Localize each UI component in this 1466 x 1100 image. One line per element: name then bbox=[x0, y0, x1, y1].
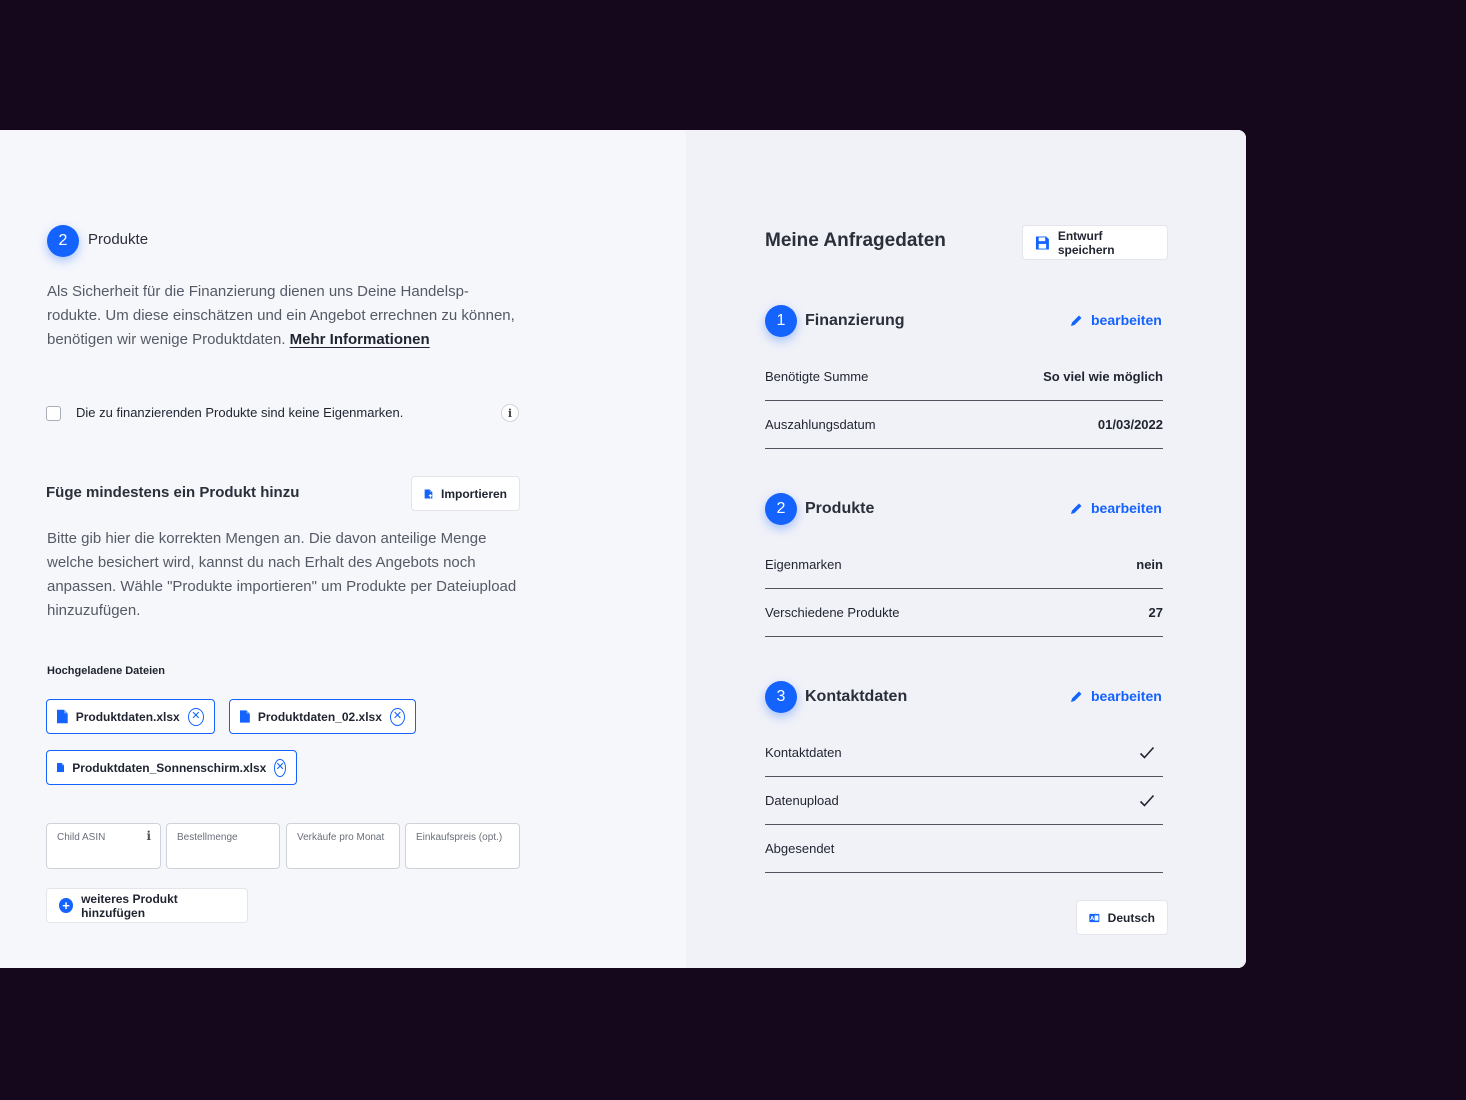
section-title-contact: Kontaktdaten bbox=[805, 688, 908, 705]
summary-row: Kontaktdaten bbox=[765, 729, 1163, 777]
translate-icon: A bbox=[1089, 913, 1100, 922]
section-number-badge: 2 bbox=[765, 493, 797, 525]
info-icon[interactable]: i bbox=[146, 829, 151, 843]
summary-row: Benötigte Summe So viel wie möglich bbox=[765, 353, 1163, 401]
monthly-sales-field[interactable]: Verkäufe pro Monat bbox=[286, 823, 400, 869]
own-brand-checkbox[interactable] bbox=[46, 406, 61, 421]
section-number-badge: 3 bbox=[765, 681, 797, 713]
import-button[interactable]: Importieren bbox=[411, 476, 520, 511]
plus-circle-icon: + bbox=[59, 898, 74, 913]
pencil-icon bbox=[1071, 503, 1082, 514]
form-card: 2 Produkte Als Sicherheit für die Finanz… bbox=[0, 130, 1246, 968]
own-brand-checkbox-label: Die zu finanzierenden Produkte sind kein… bbox=[76, 405, 404, 420]
document-icon bbox=[240, 710, 250, 723]
summary-row: Auszahlungsdatum 01/03/2022 bbox=[765, 401, 1163, 449]
edit-financing-link[interactable]: bearbeiten bbox=[1070, 312, 1162, 328]
order-quantity-field[interactable]: Bestellmenge bbox=[166, 823, 280, 869]
uploaded-files-label: Hochgeladene Dateien bbox=[47, 665, 165, 677]
remove-file-icon[interactable]: ✕ bbox=[274, 758, 286, 777]
info-icon[interactable]: i bbox=[501, 404, 519, 422]
remove-file-icon[interactable]: ✕ bbox=[389, 707, 405, 726]
intro-paragraph: Als Sicherheit für die Finanzierung dien… bbox=[47, 283, 515, 348]
file-chip[interactable]: Produktdaten.xlsx ✕ bbox=[46, 699, 215, 734]
purchase-price-field[interactable]: Einkaufspreis (opt.) bbox=[405, 823, 520, 869]
step-number-badge: 2 bbox=[47, 225, 79, 257]
request-summary-panel: Meine Anfragedaten Entwurf speichern 1 F… bbox=[686, 130, 1246, 968]
products-form-panel: 2 Produkte Als Sicherheit für die Finanz… bbox=[0, 130, 686, 968]
summary-row: Datenupload bbox=[765, 777, 1163, 825]
summary-row: Abgesendet bbox=[765, 825, 1163, 873]
document-icon bbox=[57, 762, 65, 773]
floppy-disk-icon bbox=[1035, 236, 1049, 249]
edit-contact-link[interactable]: bearbeiten bbox=[1070, 688, 1162, 704]
document-icon bbox=[57, 709, 68, 724]
check-icon bbox=[1139, 794, 1155, 807]
remove-file-icon[interactable]: ✕ bbox=[187, 707, 204, 726]
pencil-icon bbox=[1071, 691, 1082, 702]
add-product-title: Füge mindestens ein Produkt hinzu bbox=[46, 484, 300, 501]
file-chip[interactable]: Produktdaten_Sonnenschirm.xlsx ✕ bbox=[46, 750, 297, 785]
pencil-icon bbox=[1071, 315, 1082, 326]
svg-text:A: A bbox=[1090, 915, 1094, 921]
check-icon bbox=[1139, 746, 1155, 759]
section-number-badge: 1 bbox=[765, 305, 797, 337]
child-asin-field[interactable]: Child ASIN i bbox=[46, 823, 161, 869]
edit-products-link[interactable]: bearbeiten bbox=[1070, 500, 1162, 516]
file-chip[interactable]: Produktdaten_02.xlsx ✕ bbox=[229, 699, 416, 734]
file-upload-icon bbox=[424, 489, 433, 498]
add-product-button[interactable]: + weiteres Produkt hinzufügen bbox=[46, 888, 248, 923]
summary-row: Eigenmarken nein bbox=[765, 541, 1163, 589]
summary-title: Meine Anfragedaten bbox=[765, 230, 946, 251]
step-title: Produkte bbox=[88, 231, 149, 248]
more-info-link[interactable]: Mehr Informationen bbox=[290, 331, 430, 348]
add-product-description: Bitte gib hier die korrekten Mengen an. … bbox=[47, 530, 517, 619]
section-title-financing: Finanzierung bbox=[805, 312, 905, 329]
summary-row: Verschiedene Produkte 27 bbox=[765, 589, 1163, 637]
section-title-products: Produkte bbox=[805, 500, 875, 517]
language-button[interactable]: A Deutsch bbox=[1076, 900, 1168, 935]
save-draft-button[interactable]: Entwurf speichern bbox=[1022, 225, 1168, 260]
